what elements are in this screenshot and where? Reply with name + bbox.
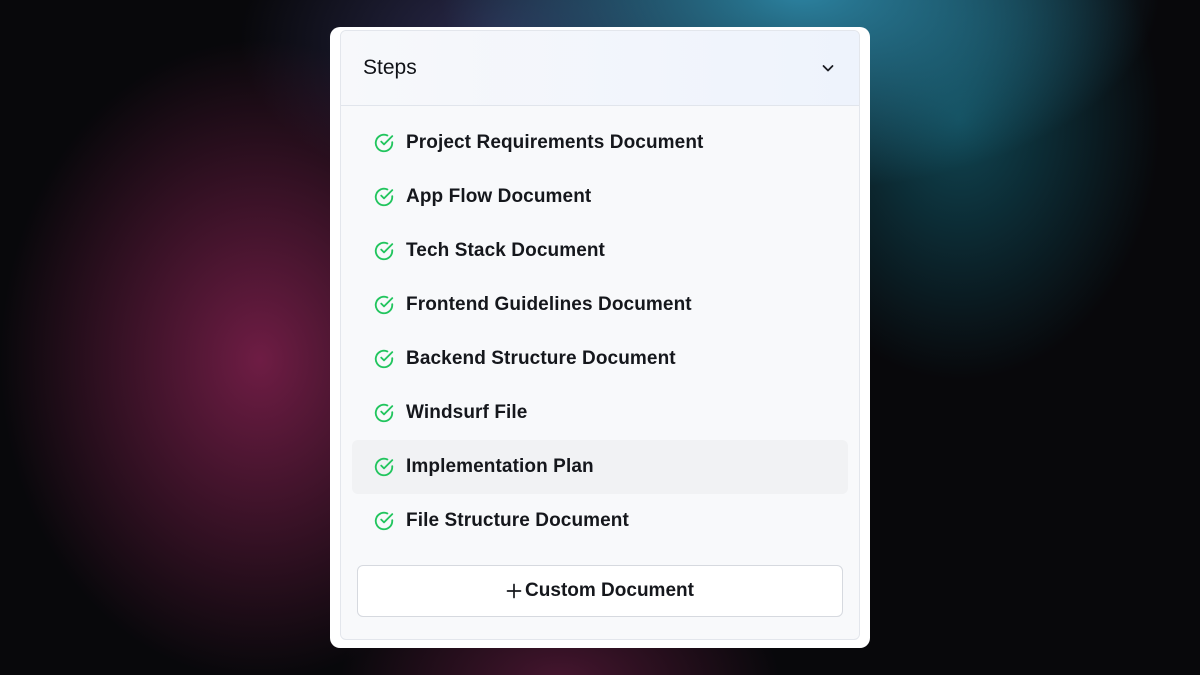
steps-panel: Steps Project Requirements Document App …	[340, 30, 860, 640]
steps-panel-header[interactable]: Steps	[341, 31, 859, 106]
check-circle-icon	[373, 348, 395, 370]
step-label: Tech Stack Document	[406, 240, 605, 261]
check-circle-icon	[373, 402, 395, 424]
chevron-down-icon[interactable]	[819, 59, 837, 77]
step-label: Windsurf File	[406, 402, 528, 423]
check-circle-icon	[373, 186, 395, 208]
check-circle-icon	[373, 294, 395, 316]
step-item[interactable]: Frontend Guidelines Document	[352, 278, 848, 332]
step-item[interactable]: App Flow Document	[352, 170, 848, 224]
check-circle-icon	[373, 240, 395, 262]
step-label: Frontend Guidelines Document	[406, 294, 692, 315]
step-label: App Flow Document	[406, 186, 592, 207]
step-item[interactable]: Windsurf File	[352, 386, 848, 440]
check-circle-icon	[373, 132, 395, 154]
step-label: Implementation Plan	[406, 456, 594, 477]
step-item[interactable]: Project Requirements Document	[352, 116, 848, 170]
step-item[interactable]: File Structure Document	[352, 494, 848, 548]
step-label: File Structure Document	[406, 510, 629, 531]
add-custom-document-button[interactable]: Custom Document	[357, 565, 843, 617]
step-label: Backend Structure Document	[406, 348, 676, 369]
check-circle-icon	[373, 456, 395, 478]
steps-card: Steps Project Requirements Document App …	[330, 27, 870, 648]
step-item[interactable]: Tech Stack Document	[352, 224, 848, 278]
step-item-highlighted[interactable]: Implementation Plan	[352, 440, 848, 494]
step-item[interactable]: Backend Structure Document	[352, 332, 848, 386]
plus-icon	[506, 583, 522, 599]
steps-list: Project Requirements Document App Flow D…	[341, 106, 859, 548]
add-button-label: Custom Document	[525, 580, 694, 601]
check-circle-icon	[373, 510, 395, 532]
panel-title: Steps	[363, 56, 417, 79]
step-label: Project Requirements Document	[406, 132, 704, 153]
